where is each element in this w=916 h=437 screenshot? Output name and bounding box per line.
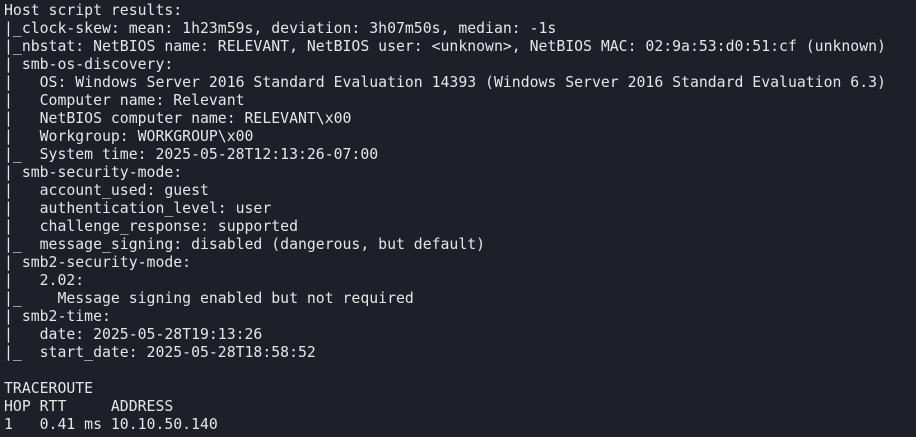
terminal-line: Host script results: xyxy=(4,2,183,19)
terminal-line: |_clock-skew: mean: 1h23m59s, deviation:… xyxy=(4,20,557,37)
terminal-line: |_nbstat: NetBIOS name: RELEVANT, NetBIO… xyxy=(4,38,886,55)
terminal-line: 1 0.41 ms 10.10.50.140 xyxy=(4,416,218,433)
terminal-line: | 2.02: xyxy=(4,272,85,289)
terminal-line: HOP RTT ADDRESS xyxy=(4,398,174,415)
terminal-line: |_ System time: 2025-05-28T12:13:26-07:0… xyxy=(4,146,379,163)
terminal-line: | Workgroup: WORKGROUP\x00 xyxy=(4,128,254,145)
terminal-line: | smb-os-discovery: xyxy=(4,56,174,73)
terminal-line: | OS: Windows Server 2016 Standard Evalu… xyxy=(4,74,886,91)
terminal-line: | smb-security-mode: xyxy=(4,164,183,181)
terminal-output[interactable]: Host script results: |_clock-skew: mean:… xyxy=(0,0,916,437)
terminal-line: | Computer name: Relevant xyxy=(4,92,245,109)
terminal-line: | authentication_level: user xyxy=(4,200,272,217)
terminal-line: | NetBIOS computer name: RELEVANT\x00 xyxy=(4,110,352,127)
terminal-line: | account_used: guest xyxy=(4,182,209,199)
terminal-line: | smb2-time: xyxy=(4,308,111,325)
terminal-line: |_ Message signing enabled but not requi… xyxy=(4,290,414,307)
terminal-line: | smb2-security-mode: xyxy=(4,254,192,271)
terminal-line: TRACEROUTE xyxy=(4,380,94,397)
terminal-line: |_ message_signing: disabled (dangerous,… xyxy=(4,236,486,253)
terminal-line: | date: 2025-05-28T19:13:26 xyxy=(4,326,263,343)
terminal-line: | challenge_response: supported xyxy=(4,218,298,235)
terminal-line: |_ start_date: 2025-05-28T18:58:52 xyxy=(4,344,316,361)
